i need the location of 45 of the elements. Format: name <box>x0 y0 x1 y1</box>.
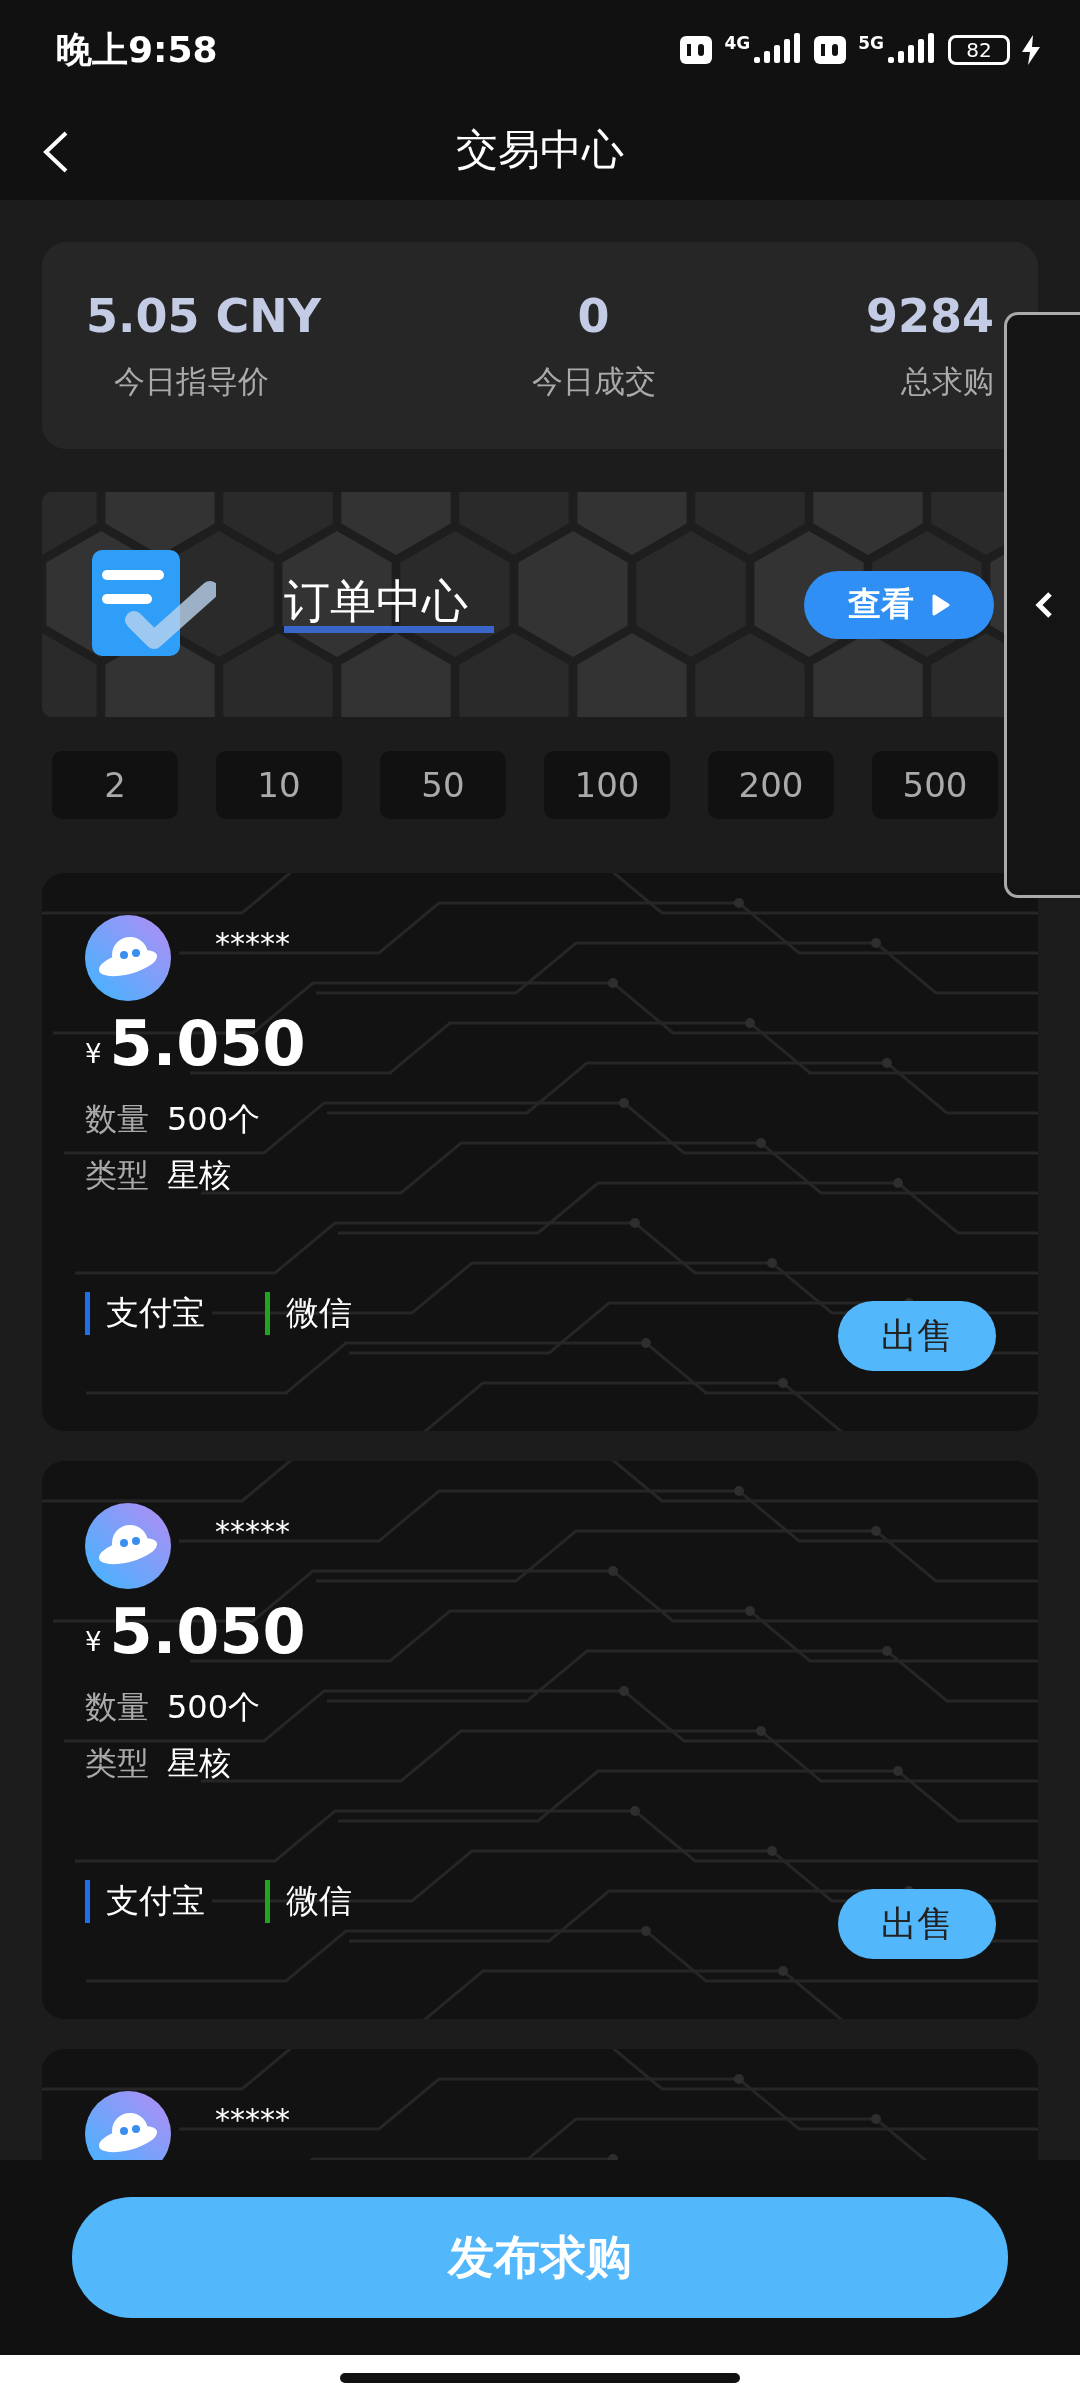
amount-chip[interactable]: 200 <box>708 751 834 819</box>
payment-method-tag: 支付宝 <box>85 1880 205 1923</box>
planet-avatar-icon <box>85 1503 171 1589</box>
network-type: 5G <box>858 33 884 53</box>
payment-method-tag: 微信 <box>265 1292 352 1335</box>
quantity-label: 数量 <box>85 1687 149 1728</box>
stat-value: 0 <box>577 288 610 343</box>
stat-label: 今日指导价 <box>113 361 270 401</box>
amount-chip[interactable]: 2 <box>52 751 178 819</box>
amount-chip[interactable]: 10 <box>216 751 342 819</box>
user-name: ***** <box>215 925 290 961</box>
chevron-left-icon <box>1034 591 1053 619</box>
amount-chip[interactable]: 500 <box>872 751 998 819</box>
type-label: 类型 <box>85 1743 149 1784</box>
quantity-label: 数量 <box>85 1099 149 1140</box>
sell-button[interactable]: 出售 <box>838 1301 996 1371</box>
status-time: 晚上9:58 <box>56 27 218 72</box>
payment-method-tag: 微信 <box>265 1880 352 1923</box>
battery-icon: 82 <box>948 35 1010 65</box>
user-name: ***** <box>215 1513 290 1549</box>
stat-value: 5.05 CNY <box>86 288 322 343</box>
user-name: ***** <box>215 2101 290 2137</box>
type-label: 类型 <box>85 1155 149 1196</box>
banner-title: 订单中心 <box>284 575 494 634</box>
currency-symbol: ¥ <box>85 1038 102 1069</box>
charging-icon <box>1022 35 1040 65</box>
sell-button[interactable]: 出售 <box>838 1889 996 1959</box>
stat-value: 9284 <box>865 288 994 343</box>
amount-chip[interactable]: 100 <box>544 751 670 819</box>
play-icon <box>932 593 950 616</box>
price: 5.050 <box>109 1007 306 1080</box>
type-value: 星核 <box>167 1743 231 1784</box>
amount-chip[interactable]: 50 <box>380 751 506 819</box>
stat-label: 总求购 <box>901 361 994 401</box>
price: 5.050 <box>109 1595 306 1668</box>
type-value: 星核 <box>167 1155 231 1196</box>
page-title: 交易中心 <box>456 124 624 176</box>
network-type: 4G <box>724 33 751 53</box>
payment-method-tag: 支付宝 <box>85 1292 205 1335</box>
quantity-value: 500个 <box>167 1099 261 1140</box>
planet-avatar-icon <box>85 915 171 1001</box>
currency-symbol: ¥ <box>85 1626 102 1657</box>
quantity-value: 500个 <box>167 1687 261 1728</box>
stat-label: 今日成交 <box>531 361 656 401</box>
side-menu[interactable] <box>1004 312 1080 898</box>
